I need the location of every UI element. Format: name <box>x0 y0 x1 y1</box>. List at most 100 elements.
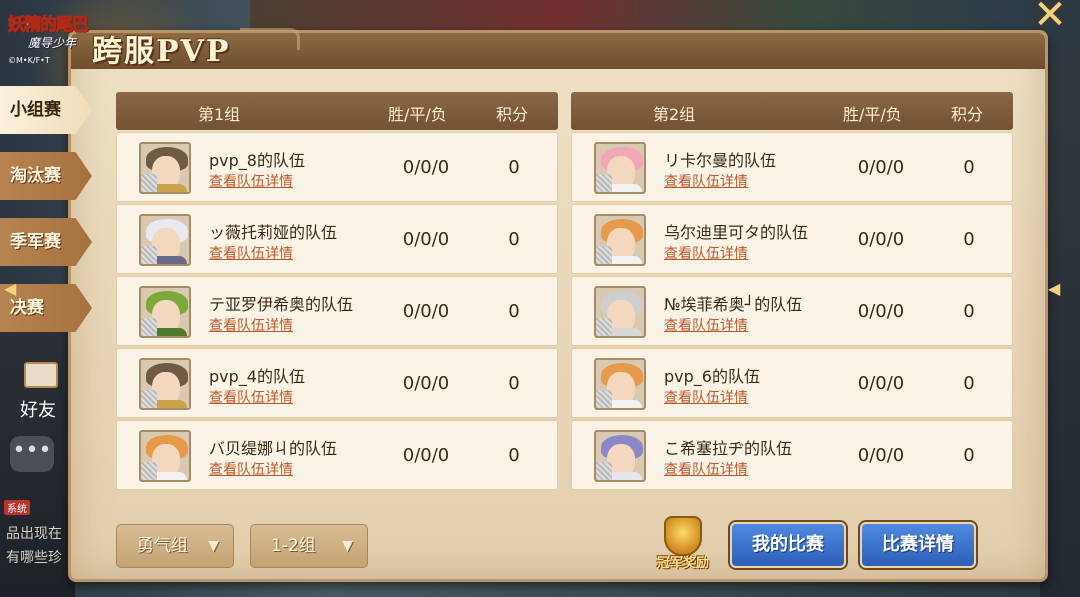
table-row: テ亚罗伊希奥的队伍 查看队伍详情 0/0/0 0 <box>116 276 558 346</box>
table-row: こ希塞拉ヂ的队伍 查看队伍详情 0/0/0 0 <box>571 420 1013 490</box>
team-name: バ贝缇娜ㄐ的队伍 <box>209 439 338 458</box>
table-row: 乌尔迪里可タ的队伍 查看队伍详情 0/0/0 0 <box>571 204 1013 274</box>
table-row: リ卡尔曼的队伍 查看队伍详情 0/0/0 0 <box>571 132 1013 202</box>
champion-reward-label: 冠军奖励 <box>656 556 709 571</box>
column-wdl: 胜/平/负 <box>388 105 447 124</box>
my-match-button[interactable]: 我的比赛 <box>730 522 846 568</box>
view-team-details-link[interactable]: 查看队伍详情 <box>664 243 748 263</box>
view-team-details-link[interactable]: 查看队伍详情 <box>209 459 293 479</box>
column-wdl: 胜/平/负 <box>843 105 902 124</box>
logo-title: 妖精的尾巴 <box>8 15 90 36</box>
chat-line: 有哪些珍 <box>6 550 62 566</box>
win-draw-loss: 0/0/0 <box>857 373 905 394</box>
view-team-details-link[interactable]: 查看队伍详情 <box>209 315 293 335</box>
points: 0 <box>963 301 975 322</box>
points: 0 <box>963 373 975 394</box>
team-avatar[interactable] <box>139 142 191 194</box>
group-table-1: 第1组 胜/平/负 积分 pvp_8的队伍 查看队伍详情 0/0/0 0 ッ薇托… <box>116 92 558 492</box>
win-draw-loss: 0/0/0 <box>402 373 450 394</box>
win-draw-loss: 0/0/0 <box>402 445 450 466</box>
view-team-details-link[interactable]: 查看队伍详情 <box>209 387 293 407</box>
points: 0 <box>508 373 520 394</box>
points: 0 <box>963 445 975 466</box>
team-name: テ亚罗伊希奥的队伍 <box>209 295 354 314</box>
chat-bubble-icon[interactable]: ••• <box>10 436 54 472</box>
team-name: こ希塞拉ヂ的队伍 <box>664 439 793 458</box>
chat-line: 品出现在 <box>6 526 62 542</box>
champion-reward-button[interactable]: 冠军奖励 <box>648 512 718 582</box>
game-logo: 妖精的尾巴 魔导少年 ©M•K/F•T <box>6 6 92 72</box>
group-header: 第1组 胜/平/负 积分 <box>116 92 558 130</box>
points: 0 <box>508 445 520 466</box>
logo-copyright: ©M•K/F•T <box>8 56 50 65</box>
tab-group-stage[interactable]: 小组赛 <box>0 86 92 134</box>
win-draw-loss: 0/0/0 <box>857 445 905 466</box>
team-name: pvp_4的队伍 <box>209 367 305 386</box>
team-name: リ卡尔曼的队伍 <box>664 151 777 170</box>
win-draw-loss: 0/0/0 <box>402 157 450 178</box>
arrow-left-icon[interactable]: ◀ <box>4 278 22 300</box>
envelope-icon <box>24 362 58 388</box>
table-row: pvp_8的队伍 查看队伍详情 0/0/0 0 <box>116 132 558 202</box>
group-name: 第1组 <box>198 105 241 124</box>
table-row: pvp_4的队伍 查看队伍详情 0/0/0 0 <box>116 348 558 418</box>
view-team-details-link[interactable]: 查看队伍详情 <box>664 387 748 407</box>
system-tag: 系统 <box>4 500 30 515</box>
team-avatar[interactable] <box>594 358 646 410</box>
friend-button[interactable]: 好友 <box>8 360 68 421</box>
column-score: 积分 <box>951 105 984 124</box>
arrow-right-icon[interactable]: ◀ <box>1048 278 1066 300</box>
group-header: 第2组 胜/平/负 积分 <box>571 92 1013 130</box>
close-button[interactable]: ✕ <box>1030 0 1070 35</box>
team-avatar[interactable] <box>594 430 646 482</box>
team-avatar[interactable] <box>594 286 646 338</box>
table-row: pvp_6的队伍 查看队伍详情 0/0/0 0 <box>571 348 1013 418</box>
view-team-details-link[interactable]: 查看队伍详情 <box>209 243 293 263</box>
team-avatar[interactable] <box>139 430 191 482</box>
friend-label: 好友 <box>20 400 56 421</box>
tab-knockout[interactable]: 淘汰赛 <box>0 152 92 200</box>
tab-third-place[interactable]: 季军赛 <box>0 218 92 266</box>
group-name: 第2组 <box>653 105 696 124</box>
win-draw-loss: 0/0/0 <box>857 157 905 178</box>
dropdown-value: 勇气组 <box>137 536 188 556</box>
trophy-icon <box>664 516 702 556</box>
win-draw-loss: 0/0/0 <box>857 229 905 250</box>
team-name: 乌尔迪里可タ的队伍 <box>664 223 809 242</box>
table-row: №埃菲希奥┘的队伍 查看队伍详情 0/0/0 0 <box>571 276 1013 346</box>
points: 0 <box>508 229 520 250</box>
match-details-button[interactable]: 比赛详情 <box>860 522 976 568</box>
chevron-down-icon: ▼ <box>208 538 219 554</box>
column-score: 积分 <box>496 105 529 124</box>
table-row: ッ薇托莉娅的队伍 查看队伍详情 0/0/0 0 <box>116 204 558 274</box>
team-name: pvp_6的队伍 <box>664 367 760 386</box>
points: 0 <box>963 157 975 178</box>
team-avatar[interactable] <box>594 142 646 194</box>
team-name: №埃菲希奥┘的队伍 <box>664 295 803 314</box>
logo-subtitle: 魔导少年 <box>28 36 77 50</box>
points: 0 <box>963 229 975 250</box>
team-avatar[interactable] <box>594 214 646 266</box>
team-avatar[interactable] <box>139 286 191 338</box>
win-draw-loss: 0/0/0 <box>402 301 450 322</box>
chevron-down-icon: ▼ <box>342 538 353 554</box>
page-title: 跨服PVP <box>92 34 231 69</box>
group-tier-dropdown[interactable]: 勇气组 ▼ <box>116 524 234 568</box>
team-name: ッ薇托莉娅的队伍 <box>209 223 338 242</box>
team-avatar[interactable] <box>139 214 191 266</box>
scroll-ornament <box>240 28 300 50</box>
group-table-2: 第2组 胜/平/负 积分 リ卡尔曼的队伍 查看队伍详情 0/0/0 0 乌尔迪里… <box>571 92 1013 492</box>
dropdown-value: 1-2组 <box>271 536 316 556</box>
view-team-details-link[interactable]: 查看队伍详情 <box>664 459 748 479</box>
team-avatar[interactable] <box>139 358 191 410</box>
win-draw-loss: 0/0/0 <box>857 301 905 322</box>
points: 0 <box>508 157 520 178</box>
group-range-dropdown[interactable]: 1-2组 ▼ <box>250 524 368 568</box>
background-top-bar <box>250 0 1030 30</box>
view-team-details-link[interactable]: 查看队伍详情 <box>664 315 748 335</box>
view-team-details-link[interactable]: 查看队伍详情 <box>664 171 748 191</box>
view-team-details-link[interactable]: 查看队伍详情 <box>209 171 293 191</box>
table-row: バ贝缇娜ㄐ的队伍 查看队伍详情 0/0/0 0 <box>116 420 558 490</box>
win-draw-loss: 0/0/0 <box>402 229 450 250</box>
team-name: pvp_8的队伍 <box>209 151 305 170</box>
